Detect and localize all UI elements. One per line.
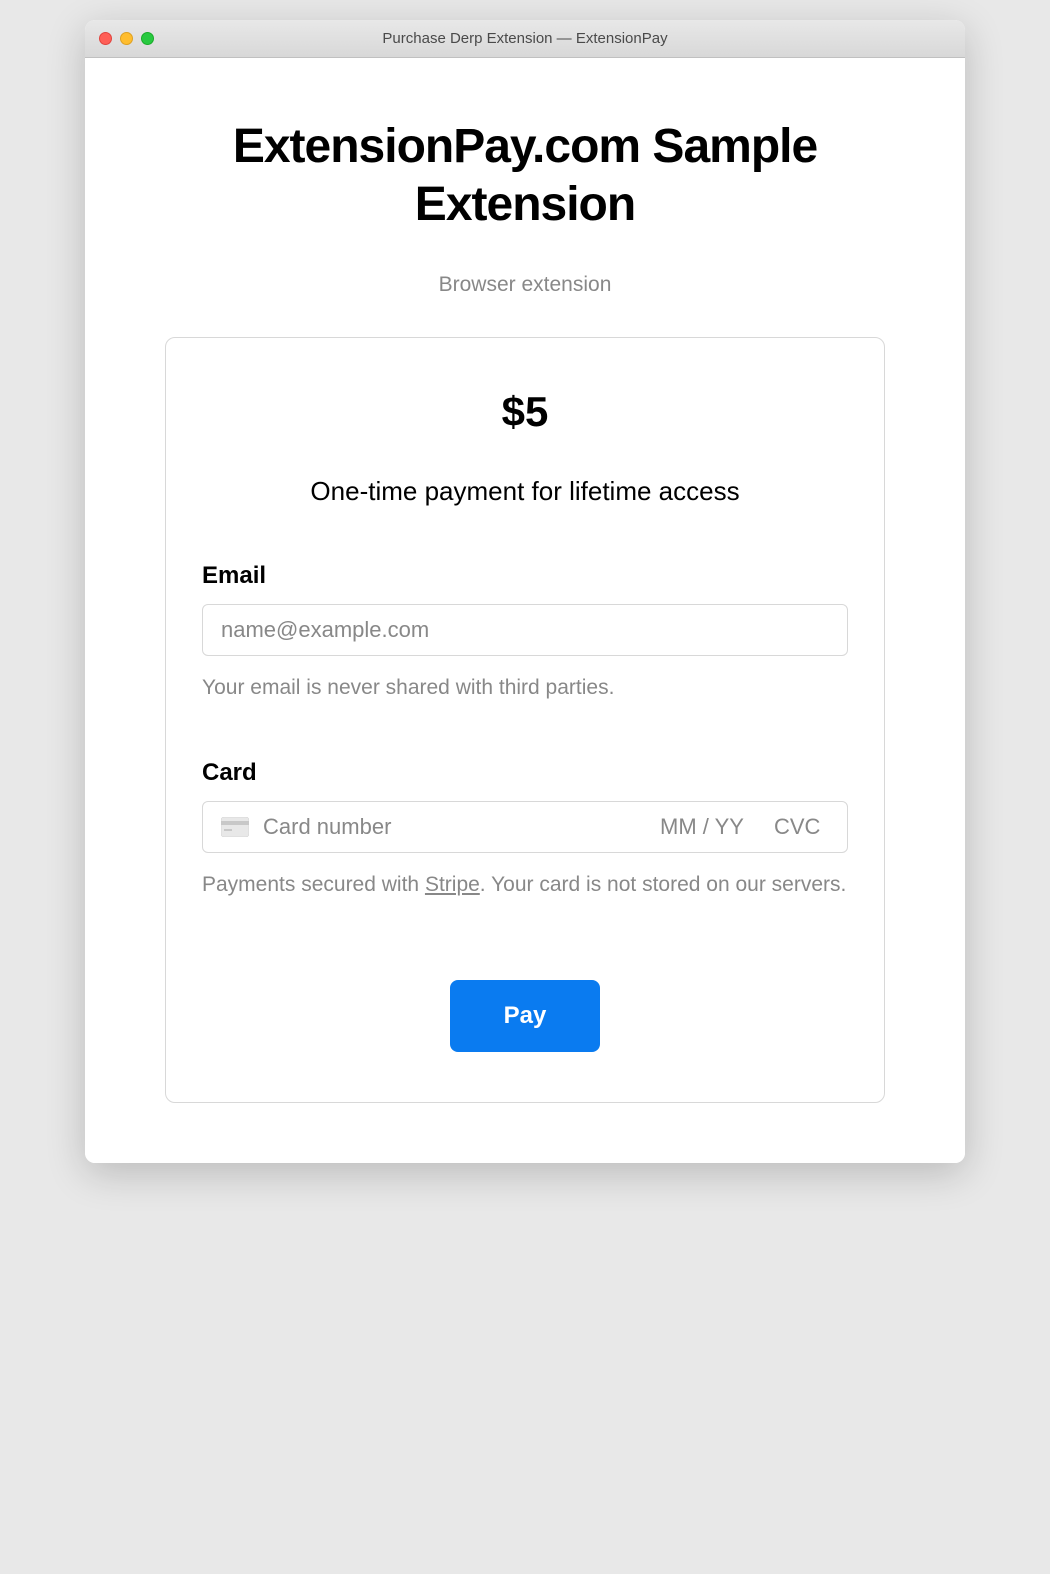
stripe-link[interactable]: Stripe [425,873,480,896]
traffic-lights [85,32,154,45]
email-input[interactable] [202,604,848,656]
email-group: Email Your email is never shared with th… [202,562,848,704]
card-label: Card [202,759,848,787]
titlebar: Purchase Derp Extension — ExtensionPay [85,20,965,58]
price: $5 [202,388,848,436]
pay-button[interactable]: Pay [450,980,601,1052]
card-number-input[interactable] [263,814,646,840]
card-help-prefix: Payments secured with [202,873,425,896]
window-title: Purchase Derp Extension — ExtensionPay [85,30,965,47]
card-cvc-input[interactable] [774,814,829,840]
page-subtitle: Browser extension [165,273,885,297]
email-help-text: Your email is never shared with third pa… [202,672,848,704]
window: Purchase Derp Extension — ExtensionPay E… [85,20,965,1163]
payment-card: $5 One-time payment for lifetime access … [165,337,885,1103]
page-title: ExtensionPay.com Sample Extension [165,118,885,233]
price-description: One-time payment for lifetime access [202,476,848,507]
card-input-wrapper[interactable] [202,801,848,853]
email-label: Email [202,562,848,590]
card-help-suffix: . Your card is not stored on our servers… [480,873,847,896]
card-group: Card Payments secured with Stripe. Yo [202,759,848,901]
card-expiry-input[interactable] [660,814,760,840]
minimize-window-button[interactable] [120,32,133,45]
card-help-text: Payments secured with Stripe. Your card … [202,869,848,901]
maximize-window-button[interactable] [141,32,154,45]
content: ExtensionPay.com Sample Extension Browse… [85,58,965,1163]
credit-card-icon [221,817,249,837]
close-window-button[interactable] [99,32,112,45]
pay-button-wrapper: Pay [202,980,848,1052]
